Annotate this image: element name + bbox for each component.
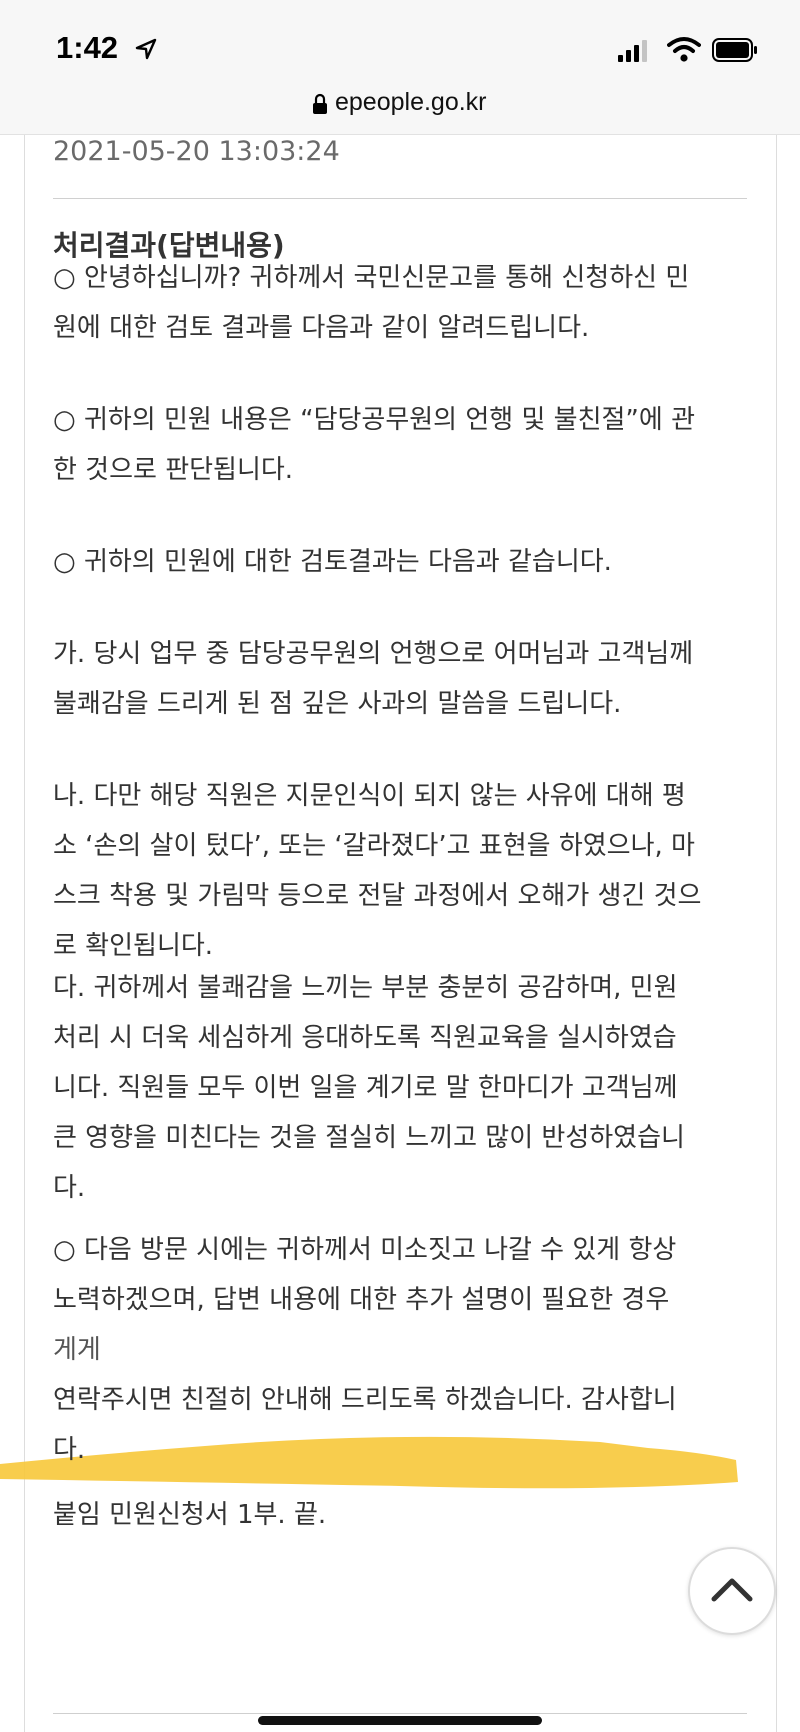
text-line: 연락주시면 친절히 안내해 드리도록 하겠습니다. 감사합니 — [53, 1385, 677, 1415]
text-line: ○ 안녕하십니까? 귀하께서 국민신문고를 통해 신청하신 민 — [53, 263, 690, 293]
paragraph-summary: ○ 귀하의 민원 내용은 “담당공무원의 언행 및 불친절”에 관 한 것으로 … — [53, 395, 749, 495]
text-line: 노력하겠으며, 답변 내용에 대한 추가 설명이 필요한 경우 — [53, 1285, 670, 1315]
status-time: 1:42 — [56, 30, 119, 65]
paragraph-closing: ○ 다음 방문 시에는 귀하께서 미소짓고 나갈 수 있게 항상 노력하겠으며,… — [53, 1225, 749, 1475]
text-line: 다. — [53, 1173, 86, 1203]
text-line: 원에 대한 검토 결과를 다음과 같이 알려드립니다. — [53, 313, 590, 343]
content-border-right — [776, 135, 777, 1732]
text-line: ○ 귀하의 민원 내용은 “담당공무원의 언행 및 불친절”에 관 — [53, 405, 695, 435]
url-text[interactable]: epeople.go.kr — [335, 88, 487, 117]
wifi-icon — [667, 37, 701, 62]
home-indicator — [258, 1716, 542, 1725]
text-line: 다. 귀하께서 불쾌감을 느끼는 부분 충분히 공감하며, 민원 — [53, 973, 678, 1003]
location-arrow-icon — [135, 38, 157, 60]
reply-date: 2021-05-20 13:03:24 — [53, 136, 340, 167]
text-line: 소 ‘손의 살이 텄다’, 또는 ‘갈라졌다’고 표현을 하였으나, 마 — [53, 831, 695, 861]
divider — [53, 198, 747, 199]
text-line: 가. 당시 업무 중 담당공무원의 언행으로 어머님과 고객님께 — [53, 639, 694, 669]
paragraph-attachment: 붙임 민원신청서 1부. 끝. — [53, 1490, 749, 1540]
scroll-to-top-button[interactable] — [688, 1547, 776, 1635]
text-line: 한 것으로 판단됩니다. — [53, 455, 294, 485]
text-line: 큰 영향을 미친다는 것을 절실히 느끼고 많이 반성하였습니 — [53, 1123, 685, 1153]
text-line: 나. 다만 해당 직원은 지문인식이 되지 않는 사유에 대해 평 — [53, 781, 686, 811]
paragraph-review-intro: ○ 귀하의 민원에 대한 검토결과는 다음과 같습니다. — [53, 537, 749, 587]
divider — [53, 1713, 747, 1714]
text-line: ○ 다음 방문 시에는 귀하께서 미소짓고 나갈 수 있게 항상 — [53, 1235, 677, 1265]
content-border-left — [24, 135, 25, 1732]
chevron-up-icon — [711, 1578, 753, 1602]
paragraph-item-ga: 가. 당시 업무 중 담당공무원의 언행으로 어머님과 고객님께 불쾌감을 드리… — [53, 629, 749, 729]
text-line: 처리 시 더욱 세심하게 응대하도록 직원교육을 실시하였습 — [53, 1023, 677, 1053]
battery-icon — [712, 38, 757, 62]
text-line: 불쾌감을 드리게 된 점 깊은 사과의 말씀을 드립니다. — [53, 689, 622, 719]
text-line: 니다. 직원들 모두 이번 일을 계기로 말 한마디가 고객님께 — [53, 1073, 678, 1103]
text-line: 다. — [53, 1435, 86, 1465]
cellular-signal-icon — [618, 40, 647, 62]
text-line: 게게 — [53, 1335, 101, 1365]
lock-icon — [313, 93, 327, 114]
text-line: 붙임 민원신청서 1부. 끝. — [53, 1500, 327, 1530]
text-line: 스크 착용 및 가림막 등으로 전달 과정에서 오해가 생긴 것으 — [53, 881, 702, 911]
paragraph-item-da: 다. 귀하께서 불쾌감을 느끼는 부분 충분히 공감하며, 민원 처리 시 더욱… — [53, 963, 749, 1213]
text-line: ○ 귀하의 민원에 대한 검토결과는 다음과 같습니다. — [53, 547, 612, 577]
paragraph-greeting: ○ 안녕하십니까? 귀하께서 국민신문고를 통해 신청하신 민 원에 대한 검토… — [53, 253, 749, 353]
paragraph-item-na: 나. 다만 해당 직원은 지문인식이 되지 않는 사유에 대해 평 소 ‘손의 … — [53, 771, 749, 971]
